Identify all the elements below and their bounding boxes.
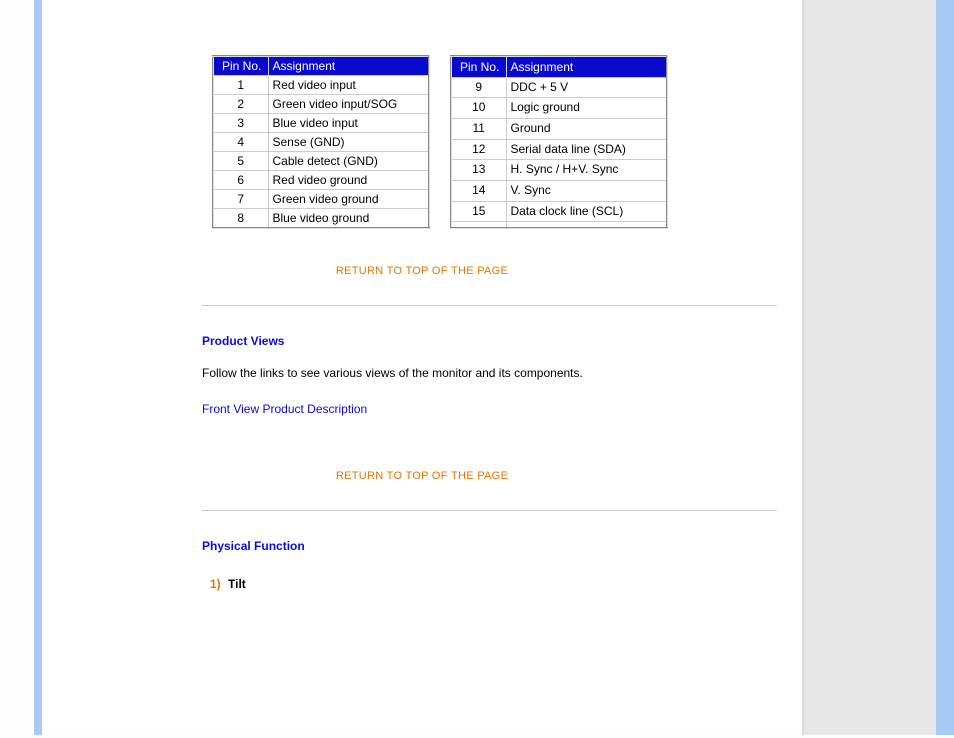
table-header-row: Pin No. Assignment: [213, 56, 429, 76]
header-pin: Pin No.: [213, 56, 268, 76]
cell-assign: Data clock line (SCL): [506, 201, 667, 222]
cell-pin: 3: [213, 114, 268, 133]
table-row: [451, 222, 667, 228]
cell-pin: 11: [451, 119, 506, 140]
cell-pin: 1: [213, 76, 268, 95]
cell-pin: 8: [213, 209, 268, 229]
tilt-number: 1): [210, 577, 221, 591]
cell-pin: 13: [451, 160, 506, 181]
product-views-body: Follow the links to see various views of…: [202, 366, 802, 380]
cell-pin: 15: [451, 201, 506, 222]
cell-assign: Red video input: [268, 76, 429, 95]
table-row: 13H. Sync / H+V. Sync: [451, 160, 667, 181]
cell-assign: V. Sync: [506, 181, 667, 202]
return-to-top-link[interactable]: RETURN TO TOP OF THE PAGE: [42, 265, 802, 277]
cell-pin: 10: [451, 98, 506, 119]
decor-blue-right: [936, 0, 954, 735]
cell-assign: Green video input/SOG: [268, 95, 429, 114]
table-row: 1Red video input: [213, 76, 429, 95]
table-row: 6Red video ground: [213, 171, 429, 190]
cell-pin: 5: [213, 152, 268, 171]
cell-pin: 4: [213, 133, 268, 152]
decor-gray-line: [802, 0, 804, 735]
cell-pin: 9: [451, 77, 506, 98]
tilt-item: 1) Tilt: [210, 577, 802, 591]
cell-assign: DDC + 5 V: [506, 77, 667, 98]
decor-blue-left: [34, 0, 42, 735]
table-header-row: Pin No. Assignment: [451, 56, 667, 77]
table-row: 15Data clock line (SCL): [451, 201, 667, 222]
divider: [202, 510, 777, 511]
table-row: 10Logic ground: [451, 98, 667, 119]
header-assignment: Assignment: [268, 56, 429, 76]
cell-pin: 12: [451, 139, 506, 160]
table-row: 7Green video ground: [213, 190, 429, 209]
pin-table-right: Pin No. Assignment 9DDC + 5 V 10Logic gr…: [450, 55, 668, 229]
cell-assign: Red video ground: [268, 171, 429, 190]
table-row: 14V. Sync: [451, 181, 667, 202]
content-area: Pin No. Assignment 1Red video input 2Gre…: [42, 0, 802, 735]
table-row: 11Ground: [451, 119, 667, 140]
decor-gray-right: [802, 0, 936, 735]
cell-assign: Green video ground: [268, 190, 429, 209]
cell-pin: 6: [213, 171, 268, 190]
cell-assign: Logic ground: [506, 98, 667, 119]
divider: [202, 305, 777, 306]
cell-pin: 2: [213, 95, 268, 114]
header-pin: Pin No.: [451, 56, 506, 77]
page-outer: Pin No. Assignment 1Red video input 2Gre…: [0, 0, 954, 738]
table-row: 5Cable detect (GND): [213, 152, 429, 171]
table-row: 12Serial data line (SDA): [451, 139, 667, 160]
return-to-top-link[interactable]: RETURN TO TOP OF THE PAGE: [42, 470, 802, 482]
table-row: 9DDC + 5 V: [451, 77, 667, 98]
cell-pin: 7: [213, 190, 268, 209]
table-row: 2Green video input/SOG: [213, 95, 429, 114]
cell-pin: [451, 222, 506, 228]
table-row: 3Blue video input: [213, 114, 429, 133]
pin-tables-wrap: Pin No. Assignment 1Red video input 2Gre…: [42, 0, 802, 229]
physical-function-heading: Physical Function: [202, 539, 802, 553]
tilt-label: Tilt: [228, 577, 246, 591]
front-view-link[interactable]: Front View Product Description: [202, 402, 367, 416]
product-views-heading: Product Views: [202, 334, 802, 348]
cell-assign: Blue video ground: [268, 209, 429, 229]
cell-assign: Blue video input: [268, 114, 429, 133]
cell-assign: H. Sync / H+V. Sync: [506, 160, 667, 181]
cell-assign: [506, 222, 667, 228]
cell-assign: Ground: [506, 119, 667, 140]
pin-table-left: Pin No. Assignment 1Red video input 2Gre…: [212, 55, 430, 229]
cell-assign: Sense (GND): [268, 133, 429, 152]
cell-pin: 14: [451, 181, 506, 202]
cell-assign: Cable detect (GND): [268, 152, 429, 171]
header-assignment: Assignment: [506, 56, 667, 77]
table-row: 4Sense (GND): [213, 133, 429, 152]
cell-assign: Serial data line (SDA): [506, 139, 667, 160]
table-row: 8Blue video ground: [213, 209, 429, 229]
